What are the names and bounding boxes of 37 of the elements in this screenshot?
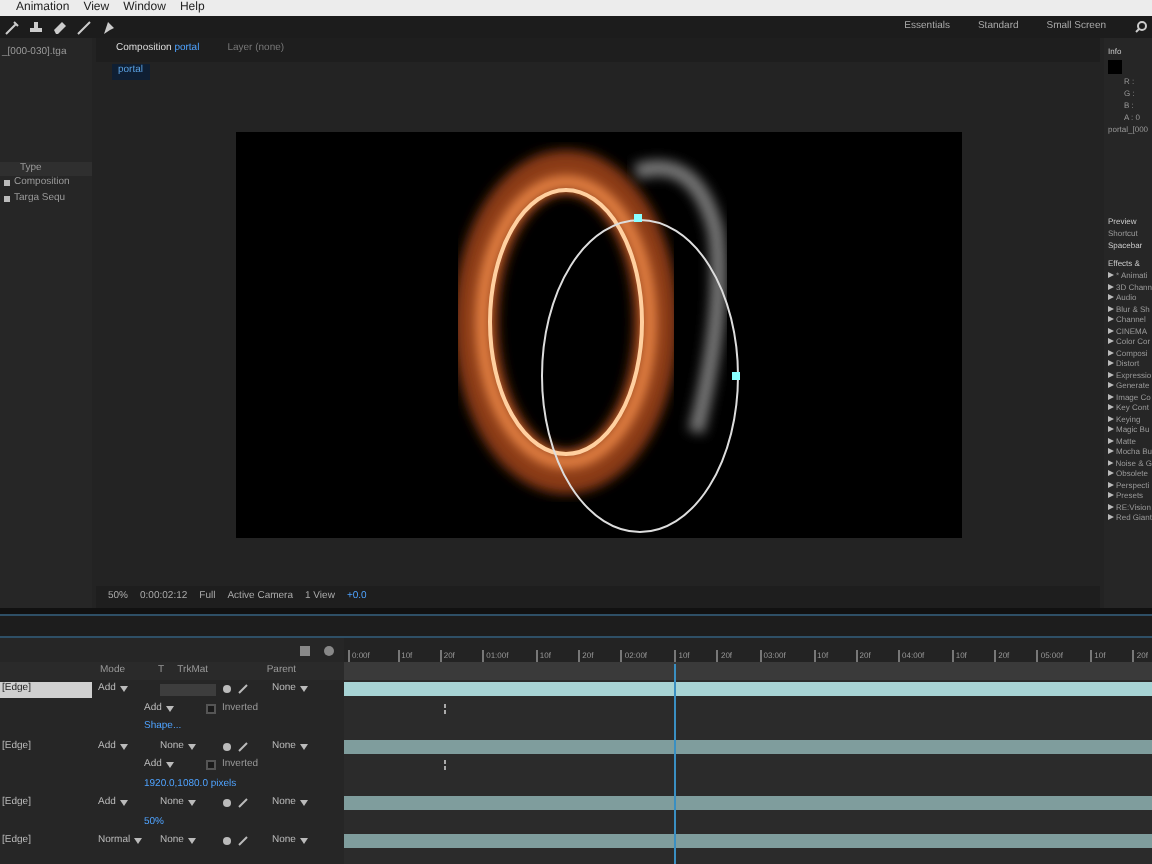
caret-icon [119, 800, 128, 807]
layer-duration-bar[interactable] [344, 739, 1152, 754]
caret-icon [187, 743, 196, 750]
caret-icon [299, 838, 308, 845]
caret-icon [165, 762, 174, 769]
checkbox[interactable] [206, 703, 216, 714]
brush-tool-icon[interactable] [76, 19, 92, 35]
mask-ellipse[interactable] [535, 211, 743, 537]
shy-switch-icon[interactable] [222, 741, 232, 752]
layer-duration-bar[interactable] [344, 834, 1152, 849]
caret-icon [187, 838, 196, 845]
color-swatch [1108, 60, 1122, 74]
caret-icon [299, 686, 308, 693]
search-icon[interactable] [1134, 20, 1148, 34]
shy-switch-icon[interactable] [222, 798, 232, 809]
layer-duration-bar[interactable] [344, 796, 1152, 811]
caret-icon [119, 743, 128, 750]
caret-icon [119, 686, 128, 693]
quality-switch-icon[interactable] [238, 836, 248, 847]
caret-icon [187, 800, 196, 807]
quality-switch-icon[interactable] [238, 798, 248, 809]
keyframe-marker-icon [444, 760, 446, 771]
file-icon [4, 180, 10, 187]
quality-switch-icon[interactable] [238, 684, 248, 695]
file-icon [4, 195, 10, 202]
caret-icon [299, 800, 308, 807]
stamp-tool-icon[interactable] [28, 19, 44, 35]
caret-icon [299, 743, 308, 750]
shy-switch-icon[interactable] [222, 836, 232, 847]
layer-duration-bar[interactable] [344, 682, 1152, 697]
quality-switch-icon[interactable] [238, 741, 248, 752]
shy-switch-icon[interactable] [222, 684, 232, 695]
keyframe-marker-icon [444, 703, 446, 714]
caret-icon [134, 838, 143, 845]
pen-tool-icon[interactable] [4, 19, 20, 35]
caret-icon [165, 705, 174, 712]
checkbox[interactable] [206, 760, 216, 771]
